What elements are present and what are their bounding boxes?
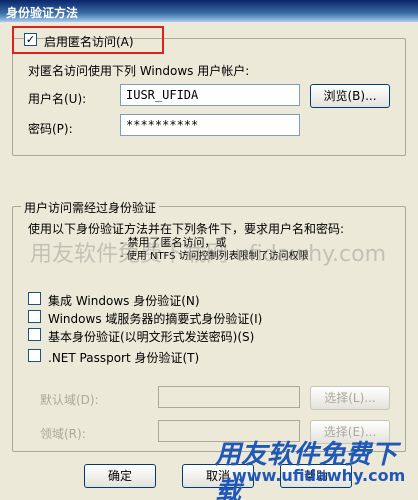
username-label: 用户名(U): [28,92,87,106]
passport-auth-checkbox[interactable] [28,349,41,362]
username-field[interactable]: IUSR_UFIDA [120,84,300,106]
password-label: 密码(P): [28,122,73,136]
ok-button[interactable]: 确定 [84,464,156,488]
watermark-text: 用友软件免费下载网 ufidawhy.com [30,242,387,267]
realm-label: 领域(R): [40,427,86,441]
basic-auth-label[interactable]: 基本身份验证(以明文形式发送密码)(S) [48,328,254,345]
dialog-title: 身份验证方法 [0,0,418,22]
anonymous-checkbox[interactable]: ✓ [24,33,37,46]
basic-auth-checkbox[interactable] [28,328,41,341]
default-domain-field[interactable] [158,386,300,408]
integrated-windows-auth-label[interactable]: 集成 Windows 身份验证(N) [48,292,200,309]
watermark-logo-url: www.ufidawhy.com [232,466,406,485]
passport-auth-label[interactable]: .NET Passport 身份验证(T) [48,349,199,366]
password-field[interactable]: ********** [120,114,300,136]
integrated-windows-auth-checkbox[interactable] [28,292,41,305]
digest-auth-checkbox[interactable] [28,310,41,323]
anonymous-description: 对匿名访问使用下列 Windows 用户帐户: [28,64,250,78]
authenticated-access-legend: 用户访问需经过身份验证 [21,199,160,216]
default-domain-label: 默认域(D): [40,393,99,407]
digest-auth-label[interactable]: Windows 域服务器的摘要式身份验证(I) [48,310,262,327]
select-domain-button[interactable]: 选择(L)... [310,386,390,410]
browse-button[interactable]: 浏览(B)... [310,84,390,108]
anonymous-checkbox-label[interactable]: 启用匿名访问(A) [44,33,134,50]
